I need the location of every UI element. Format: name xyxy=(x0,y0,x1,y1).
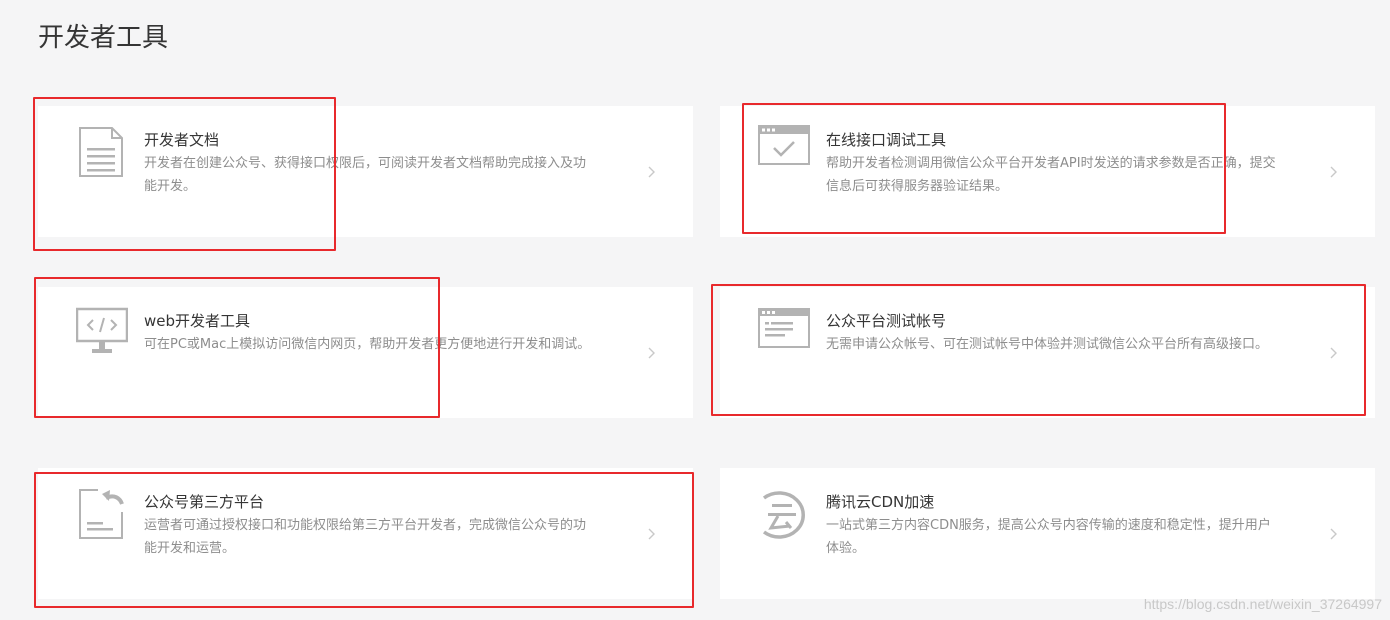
card-web-devtools[interactable]: web开发者工具 可在PC或Mac上模拟访问微信内网页，帮助开发者更方便地进行开… xyxy=(38,287,693,418)
chevron-right-icon xyxy=(1330,166,1337,177)
card-online-api-debug[interactable]: 在线接口调试工具 帮助开发者检测调用微信公众平台开发者API时发送的请求参数是否… xyxy=(720,106,1375,237)
monitor-code-icon xyxy=(76,307,128,353)
card-tencent-cdn[interactable]: 腾讯云CDN加速 一站式第三方内容CDN服务，提高公众号内容传输的速度和稳定性，… xyxy=(720,468,1375,599)
card-description: 运营者可通过授权接口和功能权限给第三方平台开发者，完成微信公众号的功 能开发和运… xyxy=(144,518,587,556)
card-description: 可在PC或Mac上模拟访问微信内网页，帮助开发者更方便地进行开发和调试。 xyxy=(144,337,591,352)
card-title: 公众号第三方平台 xyxy=(144,493,265,511)
card-title: 腾讯云CDN加速 xyxy=(826,493,935,511)
browser-list-icon xyxy=(758,308,810,348)
browser-check-icon xyxy=(758,125,810,165)
chevron-right-icon xyxy=(1330,347,1337,358)
card-developer-docs[interactable]: 开发者文档 开发者在创建公众号、获得接口权限后，可阅读开发者文档帮助完成接入及功… xyxy=(38,106,693,237)
document-share-icon xyxy=(79,489,124,539)
watermark: https://blog.csdn.net/weixin_37264997 xyxy=(1143,596,1382,612)
card-title: 开发者文档 xyxy=(144,131,220,149)
card-title: 公众平台测试帐号 xyxy=(826,312,947,330)
card-description: 帮助开发者检测调用微信公众平台开发者API时发送的请求参数是否正确，提交 信息后… xyxy=(826,156,1276,194)
chevron-right-icon xyxy=(648,528,655,539)
card-description: 一站式第三方内容CDN服务，提高公众号内容传输的速度和稳定性，提升用户 体验。 xyxy=(826,518,1271,556)
card-description: 开发者在创建公众号、获得接口权限后，可阅读开发者文档帮助完成接入及功 能开发。 xyxy=(144,156,587,194)
page-title: 开发者工具 xyxy=(38,23,169,53)
card-title: 在线接口调试工具 xyxy=(826,131,947,149)
chevron-right-icon xyxy=(648,347,655,358)
card-description: 无需申请公众帐号、可在测试帐号中体验并测试微信公众平台所有高级接口。 xyxy=(826,337,1269,352)
cloud-text-icon xyxy=(762,491,805,539)
card-test-account[interactable]: 公众平台测试帐号 无需申请公众帐号、可在测试帐号中体验并测试微信公众平台所有高级… xyxy=(720,287,1375,418)
card-title: web开发者工具 xyxy=(144,312,251,330)
chevron-right-icon xyxy=(648,166,655,177)
document-icon xyxy=(79,127,123,177)
card-third-party-platform[interactable]: 公众号第三方平台 运营者可通过授权接口和功能权限给第三方平台开发者，完成微信公众… xyxy=(38,468,693,599)
chevron-right-icon xyxy=(1330,528,1337,539)
